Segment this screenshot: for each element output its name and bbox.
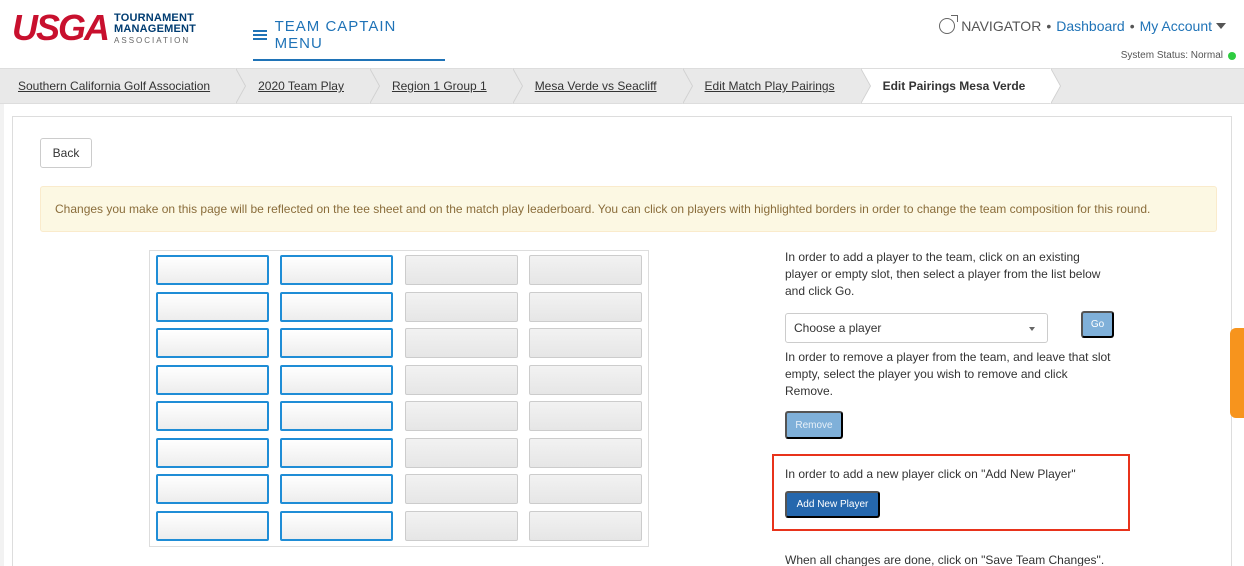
team-player-slot[interactable] bbox=[156, 364, 269, 395]
breadcrumb-association[interactable]: Southern California Golf Association bbox=[0, 68, 247, 104]
team-player-slot[interactable] bbox=[156, 510, 269, 541]
add-new-player-button[interactable]: Add New Player bbox=[785, 491, 880, 518]
opponent-player-slot bbox=[529, 364, 642, 395]
help-tab[interactable] bbox=[1230, 328, 1244, 418]
team-captain-menu[interactable]: TEAM CAPTAIN MENU bbox=[253, 18, 445, 61]
opponent-player-slot bbox=[405, 255, 518, 285]
team-player-slot[interactable] bbox=[280, 291, 393, 322]
system-status-text: System Status: Normal bbox=[1120, 50, 1223, 61]
info-alert: Changes you make on this page will be re… bbox=[40, 186, 1217, 232]
opponent-player-slot bbox=[529, 255, 642, 285]
team-player-slot[interactable] bbox=[280, 474, 393, 504]
logo-subtitle: TOURNAMENT MANAGEMENT ASSOCIATION bbox=[114, 13, 196, 46]
back-button[interactable]: Back bbox=[40, 138, 92, 168]
team-player-slot[interactable] bbox=[156, 474, 269, 504]
opponent-player-slot bbox=[529, 328, 642, 358]
opponent-player-slot bbox=[529, 510, 642, 541]
opponent-player-slot bbox=[405, 510, 518, 541]
team-player-slot[interactable] bbox=[280, 437, 393, 468]
team-player-slot[interactable] bbox=[156, 291, 269, 322]
main-panel: Back Changes you make on this page will … bbox=[12, 116, 1232, 566]
status-indicator-icon bbox=[1228, 51, 1236, 60]
team-player-slot[interactable] bbox=[280, 328, 393, 358]
opponent-player-slot bbox=[405, 474, 518, 504]
opponent-player-slot bbox=[405, 401, 518, 431]
breadcrumb-edit-pairings[interactable]: Edit Match Play Pairings bbox=[683, 68, 871, 104]
opponent-player-slot bbox=[529, 401, 642, 431]
opponent-player-slot bbox=[405, 437, 518, 468]
hamburger-icon bbox=[253, 28, 267, 42]
breadcrumb: Southern California Golf Association 202… bbox=[0, 68, 1244, 104]
add-existing-instructions: In order to add a player to the team, cl… bbox=[785, 250, 1101, 298]
separator-dot: • bbox=[1046, 18, 1052, 34]
separator-dot: • bbox=[1129, 18, 1135, 34]
opponent-player-slot bbox=[405, 291, 518, 322]
opponent-player-slot bbox=[405, 328, 518, 358]
logo-line-2: MANAGEMENT bbox=[114, 23, 197, 35]
usga-logo[interactable]: USGA TOURNAMENT MANAGEMENT ASSOCIATION bbox=[12, 10, 196, 46]
breadcrumb-region-group[interactable]: Region 1 Group 1 bbox=[370, 68, 523, 104]
opponent-player-slot bbox=[405, 364, 518, 395]
opponent-player-slot bbox=[529, 474, 642, 504]
team-player-slot[interactable] bbox=[156, 328, 269, 358]
team-player-slot[interactable] bbox=[280, 255, 393, 285]
breadcrumb-current: Edit Pairings Mesa Verde bbox=[860, 68, 1062, 104]
save-instructions: When all changes are done, click on "Sav… bbox=[785, 553, 1105, 566]
team-captain-menu-label: TEAM CAPTAIN MENU bbox=[274, 18, 397, 52]
player-select-value: Choose a player bbox=[794, 320, 882, 335]
go-button[interactable]: Go bbox=[1081, 311, 1114, 338]
pairings-grid bbox=[149, 250, 649, 547]
logo-line-3: ASSOCIATION bbox=[114, 36, 191, 45]
team-player-slot[interactable] bbox=[156, 401, 269, 431]
team-player-slot[interactable] bbox=[280, 364, 393, 395]
navigator-icon bbox=[939, 15, 959, 34]
add-new-instructions: In order to add a new player click on "A… bbox=[785, 467, 1076, 481]
team-player-slot[interactable] bbox=[280, 401, 393, 431]
player-select[interactable]: Choose a player bbox=[785, 313, 1048, 343]
team-player-slot[interactable] bbox=[156, 437, 269, 468]
logo-wordmark: USGA bbox=[12, 7, 110, 48]
opponent-player-slot bbox=[529, 291, 642, 322]
left-edge bbox=[0, 104, 4, 566]
remove-button[interactable]: Remove bbox=[785, 411, 843, 439]
breadcrumb-team-play[interactable]: 2020 Team Play bbox=[236, 68, 380, 104]
breadcrumb-match[interactable]: Mesa Verde vs Seacliff bbox=[513, 68, 693, 104]
chevron-down-icon bbox=[1029, 327, 1035, 331]
navigator-label[interactable]: NAVIGATOR bbox=[961, 18, 1041, 34]
team-player-slot[interactable] bbox=[156, 255, 269, 285]
top-navigation: NAVIGATOR • Dashboard • My Account bbox=[939, 15, 1226, 34]
chevron-down-icon[interactable] bbox=[1216, 23, 1226, 29]
page-header: USGA TOURNAMENT MANAGEMENT ASSOCIATION T… bbox=[0, 0, 1244, 68]
my-account-link[interactable]: My Account bbox=[1140, 18, 1212, 34]
opponent-player-slot bbox=[529, 437, 642, 468]
system-status: System Status: Normal bbox=[1121, 50, 1236, 61]
team-player-slot[interactable] bbox=[280, 510, 393, 541]
remove-instructions: In order to remove a player from the tea… bbox=[785, 350, 1111, 398]
dashboard-link[interactable]: Dashboard bbox=[1056, 18, 1125, 34]
add-new-player-highlight: In order to add a new player click on "A… bbox=[772, 454, 1130, 531]
